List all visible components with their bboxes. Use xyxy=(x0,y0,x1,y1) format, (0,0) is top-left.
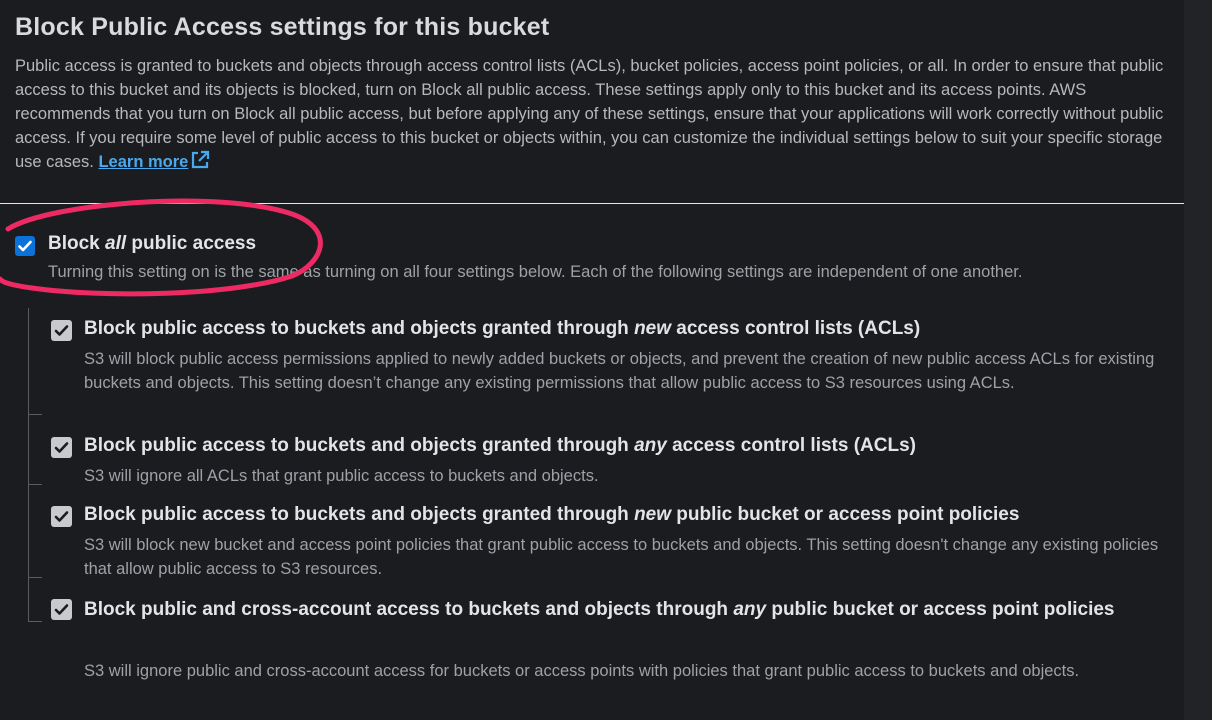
option-label-prefix: Block public access to buckets and objec… xyxy=(84,504,635,525)
block-all-label[interactable]: Block all public access xyxy=(48,233,256,255)
options-tree-line xyxy=(28,308,29,622)
option-label-emphasis: any xyxy=(634,435,667,456)
option-label-suffix: public bucket or access point policies xyxy=(671,504,1020,525)
learn-more-link[interactable]: Learn more xyxy=(98,150,210,171)
option-label-prefix: Block public and cross-account access to… xyxy=(84,599,734,620)
option-label-emphasis: any xyxy=(733,599,767,620)
section-divider xyxy=(0,203,1184,204)
option-new-policies-checkbox xyxy=(51,506,72,527)
checkmark-icon xyxy=(54,604,69,615)
checkmark-icon xyxy=(54,511,69,522)
block-all-label-suffix: public access xyxy=(126,233,257,254)
option-new-acls-label: Block public access to buckets and objec… xyxy=(84,318,920,340)
block-public-access-page: Block Public Access settings for this bu… xyxy=(0,0,1212,720)
option-label-suffix: access control lists (ACLs) xyxy=(671,318,921,339)
option-label-emphasis: new xyxy=(634,504,672,525)
checkmark-icon xyxy=(54,442,69,453)
option-any-policies-description: S3 will ignore public and cross-account … xyxy=(84,662,1080,680)
option-new-acls-description: S3 will block public access permissions … xyxy=(84,350,1155,392)
block-all-checkbox[interactable] xyxy=(15,236,35,256)
section-title: Block Public Access settings for this bu… xyxy=(15,13,550,41)
external-link-icon xyxy=(192,150,210,169)
tree-connector xyxy=(28,414,42,415)
block-all-label-prefix: Block xyxy=(48,233,106,254)
section-description: Public access is granted to buckets and … xyxy=(15,54,1165,174)
option-new-acls-checkbox xyxy=(51,320,72,341)
option-label-suffix: access control lists (ACLs) xyxy=(666,435,917,456)
tree-connector xyxy=(28,577,42,578)
option-new-policies-label: Block public access to buckets and objec… xyxy=(84,504,1019,526)
block-all-label-emphasis: all xyxy=(105,233,127,254)
page-edge-panel xyxy=(1184,0,1212,720)
tree-connector xyxy=(28,484,42,485)
checkmark-icon xyxy=(54,325,69,336)
option-any-acls-checkbox xyxy=(51,437,72,458)
option-label-suffix: public bucket or access point policies xyxy=(766,599,1115,620)
block-all-description: Turning this setting on is the same as t… xyxy=(48,263,1023,281)
option-label-prefix: Block public access to buckets and objec… xyxy=(84,435,635,456)
learn-more-label: Learn more xyxy=(98,153,189,171)
checkmark-icon xyxy=(18,240,32,252)
tree-connector xyxy=(28,621,42,622)
option-label-emphasis: new xyxy=(634,318,672,339)
option-any-acls-label: Block public access to buckets and objec… xyxy=(84,435,916,457)
option-any-policies-label: Block public and cross-account access to… xyxy=(84,593,1144,626)
option-new-policies-description: S3 will block new bucket and access poin… xyxy=(84,536,1159,578)
option-any-acls-description: S3 will ignore all ACLs that grant publi… xyxy=(84,467,599,485)
option-any-policies-checkbox xyxy=(51,599,72,620)
option-label-prefix: Block public access to buckets and objec… xyxy=(84,318,635,339)
